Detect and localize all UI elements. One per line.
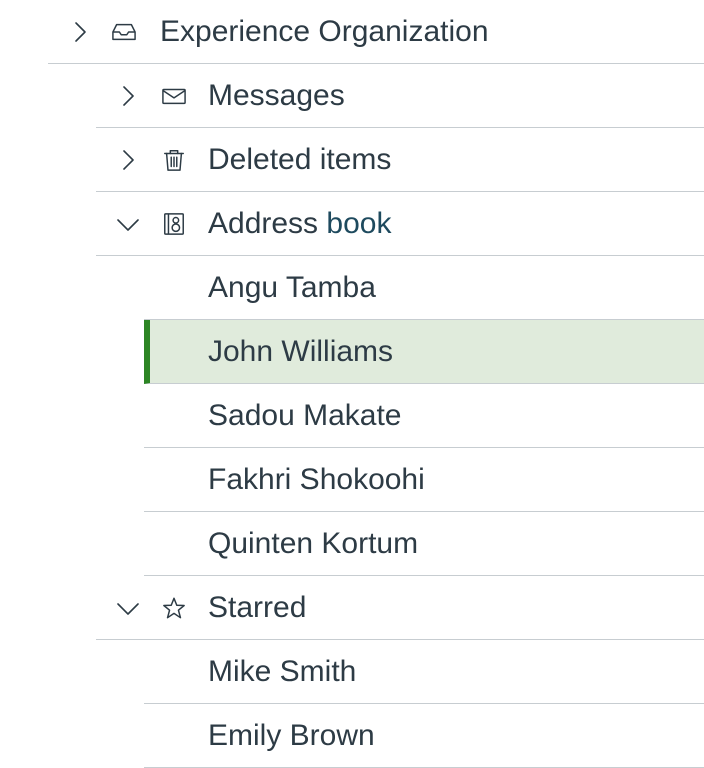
tree-item-address-book[interactable]: Address book [96, 192, 704, 256]
contact-item[interactable]: Fakhri Shokoohi [144, 448, 704, 512]
contact-name: Sadou Makate [208, 399, 402, 432]
contact-name: Fakhri Shokoohi [208, 463, 425, 496]
tree-item-label: Address book [208, 207, 391, 241]
tree-item-label: Messages [208, 79, 345, 112]
contact-item[interactable]: Quinten Kortum [144, 512, 704, 576]
tree-item-label: Deleted items [208, 143, 392, 176]
contact-name: Emily Brown [208, 719, 375, 752]
chevron-down-icon[interactable] [116, 212, 140, 236]
contact-name: Mike Smith [208, 655, 357, 688]
contact-item[interactable]: Mike Smith [144, 640, 704, 704]
tree-item-label: Experience Organization [160, 15, 489, 48]
tree-item-deleted-items[interactable]: Deleted items [96, 128, 704, 192]
tree-item-label: Starred [208, 591, 307, 624]
tree-item-messages[interactable]: Messages [96, 64, 704, 128]
contact-item[interactable]: Sadou Makate [144, 384, 704, 448]
tree-item-starred[interactable]: Starred [96, 576, 704, 640]
star-icon [162, 596, 188, 620]
contact-name: John Williams [208, 335, 394, 368]
chevron-right-icon[interactable] [116, 148, 140, 172]
contact-name: Angu Tamba [208, 271, 376, 304]
tree-item-experience-organization[interactable]: Experience Organization [48, 0, 704, 64]
chevron-right-icon[interactable] [68, 20, 92, 44]
chevron-down-icon[interactable] [116, 596, 140, 620]
trash-icon [162, 148, 188, 172]
contact-item-selected[interactable]: John Williams [144, 320, 704, 384]
contact-item[interactable]: Emily Brown [144, 704, 704, 768]
inbox-icon [112, 20, 138, 44]
chevron-right-icon[interactable] [116, 84, 140, 108]
address-book-icon [162, 212, 188, 236]
envelope-icon [162, 84, 188, 108]
contact-name: Quinten Kortum [208, 527, 419, 560]
contact-item[interactable]: Angu Tamba [144, 256, 704, 320]
label-main: Address [208, 207, 327, 240]
folder-tree: Experience Organization Messages Deleted… [0, 0, 704, 768]
label-accent: book [326, 207, 392, 240]
